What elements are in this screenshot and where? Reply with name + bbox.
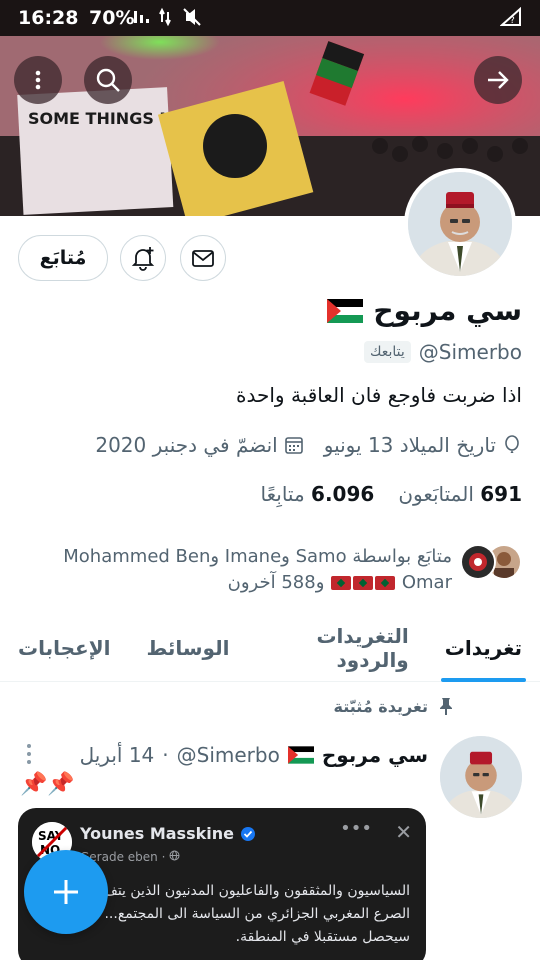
- followed-by-others: و588 آخرون: [227, 572, 325, 593]
- followed-by-omar: Omar: [401, 572, 452, 593]
- profile-handle: @Simerbo: [418, 340, 522, 364]
- palestine-flag-icon: [327, 298, 364, 323]
- followed-by-text: متابَع بواسطة Samo وImane وMohammed Ben …: [63, 544, 452, 596]
- compose-button[interactable]: [24, 850, 108, 934]
- globe-icon: [169, 850, 180, 861]
- tweet-date: 14 أبريل: [79, 743, 155, 767]
- calendar-icon: [284, 437, 303, 454]
- status-indicators-icon: [134, 7, 201, 27]
- pinned-row: تغريدة مُثبّتة: [334, 696, 456, 716]
- svg-text:?: ?: [510, 16, 515, 26]
- tab-likes[interactable]: الإعجابات: [0, 614, 128, 682]
- forward-button[interactable]: [474, 56, 522, 104]
- status-battery: 70%: [89, 7, 135, 29]
- more-vertical-icon: [27, 744, 31, 764]
- tab-tweets[interactable]: تغريدات: [427, 614, 540, 682]
- followed-by[interactable]: متابَع بواسطة Samo وImane وMohammed Ben …: [22, 544, 522, 596]
- tweet-text: 📌📌: [20, 772, 75, 797]
- avatar-image: [408, 172, 512, 276]
- tweet-handle: @Simerbo: [176, 743, 280, 767]
- tab-tweets-replies[interactable]: التغريدات والردود: [247, 614, 426, 682]
- signal-icon: ?: [499, 6, 522, 31]
- followers-count: 6.096: [311, 482, 375, 506]
- profile-name-text: سي مربوح: [373, 294, 522, 327]
- pinned-label: تغريدة مُثبّتة: [333, 696, 428, 716]
- quoted-author-name: Younes Masskine: [80, 824, 234, 843]
- tweet-header: سي مربوح @Simerbo · 14 أبريل: [80, 743, 428, 767]
- more-vertical-icon: [35, 70, 41, 90]
- palestine-flag-icon: [287, 746, 314, 764]
- quoted-more-icon: •••: [340, 818, 372, 839]
- tweet-avatar[interactable]: [440, 736, 522, 818]
- search-icon: [96, 68, 120, 92]
- follow-counts: 691 المتابَعون 6.096 متابِعًا: [261, 482, 522, 506]
- profile-meta: تاريخ الميلاد 13 يونيو انضمّ في دجنبر 20…: [95, 433, 522, 457]
- handle-row: @Simerbo يتابعك: [363, 340, 522, 364]
- arrow-right-icon: [488, 71, 509, 89]
- followers-label: متابِعًا: [260, 482, 305, 506]
- tweet-author-name[interactable]: سي مربوح: [322, 743, 428, 767]
- birthday-text: تاريخ الميلاد 13 يونيو: [323, 433, 496, 457]
- quoted-author: Younes Masskine: [80, 824, 256, 843]
- status-bar: 16:28 70% ?: [0, 0, 540, 36]
- status-icons: [134, 7, 224, 31]
- more-options-button[interactable]: [14, 56, 62, 104]
- search-button[interactable]: [84, 56, 132, 104]
- message-button[interactable]: [180, 235, 226, 281]
- followed-by-avatars: [460, 544, 522, 596]
- tweet-more-button[interactable]: [24, 742, 34, 766]
- profile-avatar[interactable]: [404, 168, 516, 280]
- tab-media[interactable]: الوسائط: [128, 614, 247, 682]
- tweet-avatar-image: [440, 736, 522, 818]
- profile-bio: اذا ضربت فاوجع فان العاقبة واحدة: [236, 383, 522, 407]
- profile-name: سي مربوح: [327, 294, 522, 327]
- follows-you-badge: يتابعك: [363, 341, 411, 363]
- following-button[interactable]: مُتابَع: [18, 235, 108, 281]
- notifications-button[interactable]: [120, 235, 166, 281]
- birthday-item: تاريخ الميلاد 13 يونيو: [324, 433, 522, 457]
- bell-plus-icon: [131, 247, 155, 271]
- morocco-flags-icon: [330, 572, 396, 593]
- close-icon: ✕: [395, 820, 412, 844]
- joined-text: انضمّ في دجنبر 2020: [95, 433, 278, 457]
- mail-icon: [192, 250, 214, 267]
- status-time: 16:28: [18, 7, 79, 29]
- following-count: 691: [480, 482, 522, 506]
- followed-by-line1: متابَع بواسطة Samo وImane وMohammed Ben: [63, 546, 452, 567]
- verified-icon: [240, 826, 255, 841]
- following-count-link[interactable]: 691 المتابَعون: [398, 482, 522, 506]
- tweet-separator: ·: [162, 743, 169, 767]
- plus-icon: [54, 880, 78, 904]
- pin-icon: [440, 698, 452, 715]
- mini-avatar: [460, 544, 496, 580]
- balloon-icon: [505, 435, 519, 453]
- following-label: المتابَعون: [398, 482, 474, 506]
- joined-item: انضمّ في دجنبر 2020: [95, 433, 303, 457]
- profile-tabs: تغريدات التغريدات والردود الوسائط الإعجا…: [0, 614, 540, 682]
- followers-count-link[interactable]: 6.096 متابِعًا: [261, 482, 375, 506]
